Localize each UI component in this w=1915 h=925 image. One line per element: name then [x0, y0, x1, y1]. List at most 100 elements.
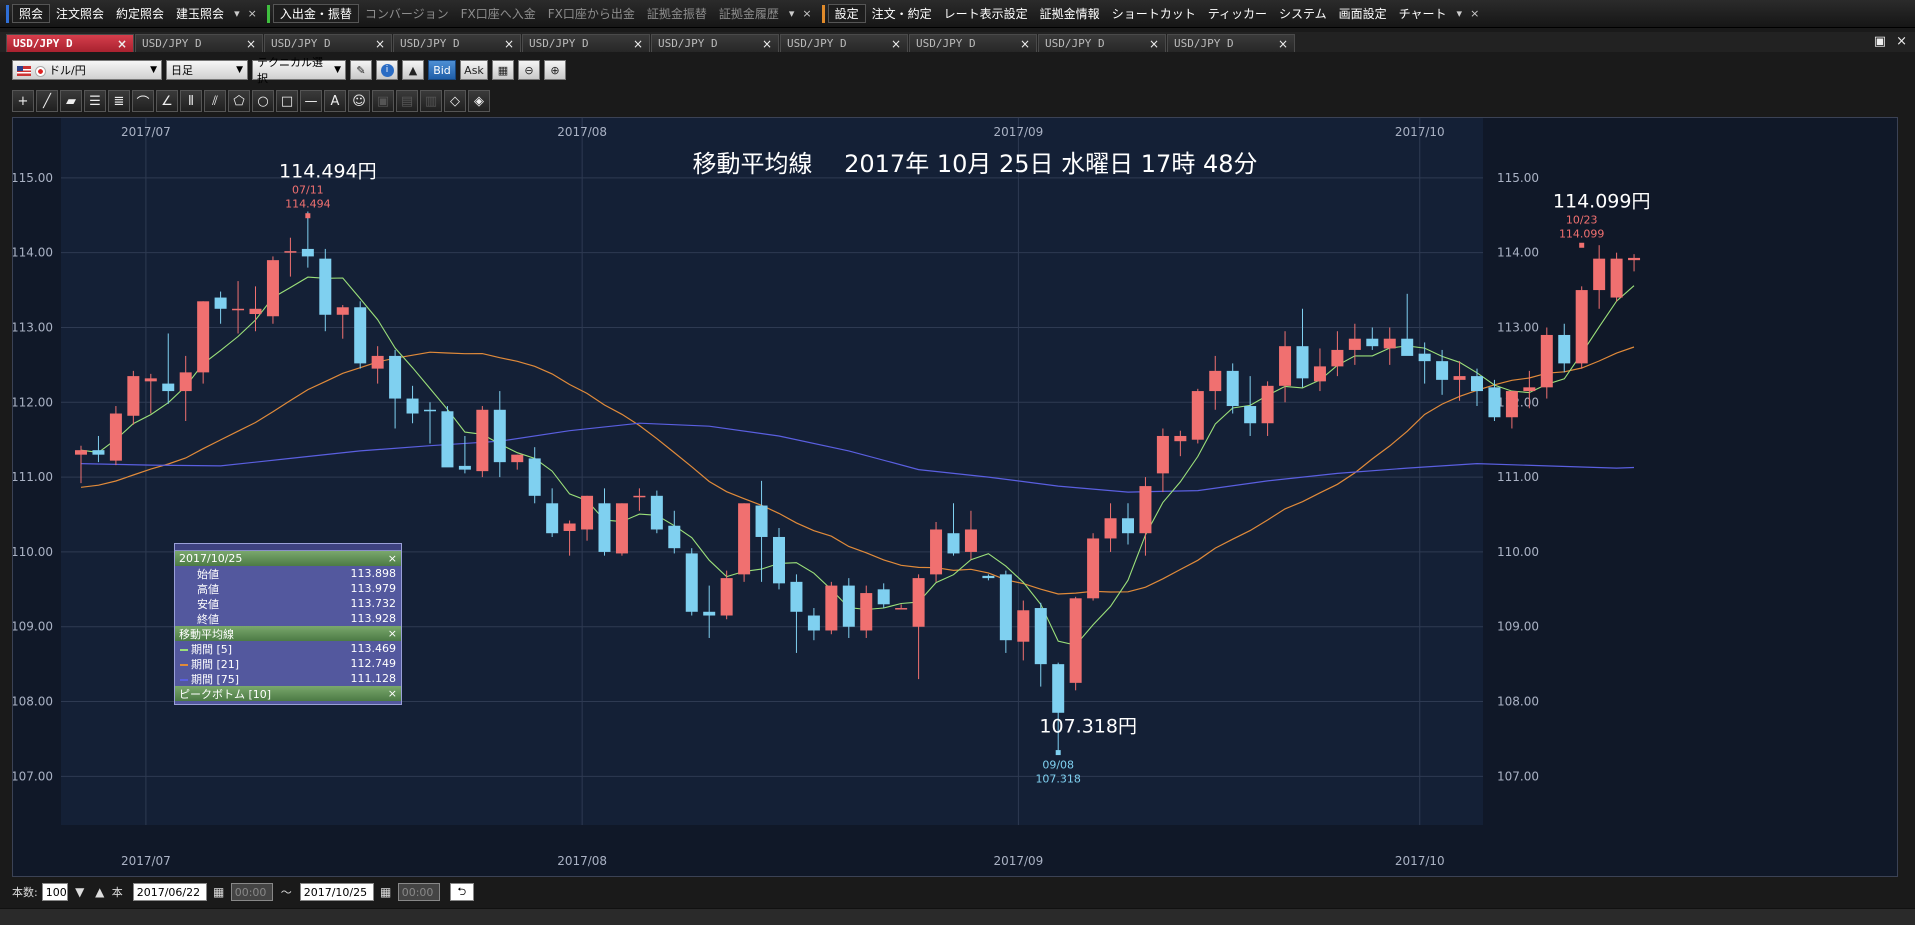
trendline-icon[interactable]: ╱ — [36, 90, 58, 112]
candle-body[interactable] — [1540, 334, 1553, 388]
candle-body[interactable] — [720, 578, 733, 616]
dropdown-icon[interactable]: ▾ — [785, 7, 799, 20]
close-tab-icon[interactable]: × — [891, 37, 901, 51]
circle-icon[interactable]: ○ — [252, 90, 274, 112]
restore-window-icon[interactable]: ▣ — [1874, 34, 1886, 49]
candle-body[interactable] — [842, 585, 855, 627]
candle-body[interactable] — [546, 503, 559, 534]
count-input[interactable]: 100 — [41, 883, 68, 901]
close-tab-icon[interactable]: × — [375, 37, 385, 51]
fibonacci-icon[interactable]: ≣ — [108, 90, 130, 112]
candle-body[interactable] — [1244, 406, 1257, 424]
candle-body[interactable] — [441, 411, 454, 468]
chart-area[interactable]: 115.00 115.00 114.00 114.00 113.00 113.00 112.… — [12, 117, 1898, 877]
candle-body[interactable] — [1313, 366, 1326, 382]
candle-body[interactable] — [319, 258, 332, 315]
candle-body[interactable] — [1279, 346, 1292, 386]
data-window[interactable]: 2017/10/25 × 始値 113.898 高値 113.979 安値 113.732… — [174, 543, 402, 705]
technical-select[interactable]: テクニカル選択 ▼ — [252, 56, 346, 85]
chart-tab[interactable]: USD/JPY D × — [6, 34, 134, 52]
candle-body[interactable] — [1069, 598, 1082, 683]
to-date-input[interactable]: 2017/10/25 — [299, 883, 374, 901]
candle-body[interactable] — [232, 308, 245, 311]
stamp-icon[interactable]: ☺ — [348, 90, 370, 112]
candle-body[interactable] — [668, 525, 681, 549]
candle-body[interactable] — [930, 529, 943, 575]
candle-body[interactable] — [860, 593, 873, 631]
paste-icon[interactable]: ▤ — [396, 90, 418, 112]
menu-item[interactable]: ティッカー — [1202, 5, 1273, 22]
candle-body[interactable] — [162, 383, 175, 392]
menu-item[interactable]: 証拠金情報 — [1034, 5, 1106, 22]
candle-body[interactable] — [1505, 391, 1518, 418]
candle-body[interactable] — [1122, 518, 1134, 534]
spin-up-icon[interactable]: ▲ — [92, 884, 108, 900]
pentagon-icon[interactable]: ⬠ — [228, 90, 250, 112]
ask-button[interactable]: Ask — [460, 60, 488, 80]
angle-icon[interactable]: ∠ — [156, 90, 178, 112]
duplicate-icon[interactable]: ▥ — [420, 90, 442, 112]
candle-body[interactable] — [511, 454, 524, 463]
menu-item[interactable]: システム — [1273, 5, 1333, 22]
spin-down-icon[interactable]: ▼ — [72, 884, 88, 900]
chart-tab[interactable]: USD/JPY D × — [651, 34, 779, 52]
chart-tab[interactable]: USD/JPY D × — [135, 34, 263, 52]
candle-body[interactable] — [1139, 486, 1152, 534]
candle-body[interactable] — [1418, 353, 1431, 362]
close-icon[interactable]: × — [388, 687, 397, 700]
menu-item[interactable]: 設定 — [827, 4, 866, 23]
chart-style-icon[interactable]: ▦ — [492, 60, 514, 80]
calendar-icon[interactable]: ▦ — [378, 884, 394, 900]
chart-tab[interactable]: USD/JPY D × — [909, 34, 1037, 52]
candle-body[interactable] — [75, 450, 87, 455]
close-icon[interactable]: × — [244, 7, 261, 20]
candle-body[interactable] — [284, 251, 297, 253]
candle-body[interactable] — [197, 301, 210, 373]
menu-item[interactable]: FX口座へ入金 — [455, 5, 542, 22]
close-window-icon[interactable]: × — [1896, 34, 1907, 49]
close-tab-icon[interactable]: × — [1020, 37, 1030, 51]
candle-body[interactable] — [999, 574, 1012, 641]
candle-body[interactable] — [301, 248, 314, 257]
close-tab-icon[interactable]: × — [1149, 37, 1159, 51]
candle-body[interactable] — [1610, 258, 1623, 298]
candle-body[interactable] — [1226, 370, 1239, 407]
chart-type-icon[interactable]: ▲ — [402, 60, 424, 80]
horizontal-lines-icon[interactable]: ☰ — [84, 90, 106, 112]
close-icon[interactable]: × — [798, 7, 815, 20]
eraser-icon[interactable]: ◇ — [444, 90, 466, 112]
reload-icon[interactable]: ⮌ — [449, 883, 474, 901]
candle-body[interactable] — [249, 308, 262, 315]
candle-body[interactable] — [1366, 338, 1379, 347]
crosshair-icon[interactable]: + — [12, 90, 34, 112]
vertical-lines-icon[interactable]: ⦀ — [180, 90, 202, 112]
candle-body[interactable] — [1453, 376, 1466, 380]
candle-body[interactable] — [179, 372, 192, 392]
candle-body[interactable] — [982, 575, 995, 579]
bid-button[interactable]: Bid — [428, 60, 456, 80]
candle-body[interactable] — [1087, 538, 1100, 599]
candle-body[interactable] — [1401, 338, 1414, 356]
close-tab-icon[interactable]: × — [246, 37, 256, 51]
candle-body[interactable] — [144, 378, 157, 382]
candlestick-chart[interactable]: 115.00 115.00 114.00 114.00 113.00 113.00 112.… — [13, 118, 1899, 878]
candle-body[interactable] — [1174, 435, 1187, 442]
candle-body[interactable] — [406, 398, 419, 414]
ruler-icon[interactable]: ▰ — [60, 90, 82, 112]
menu-item[interactable]: コンバージョン — [359, 5, 455, 22]
candle-body[interactable] — [266, 260, 279, 317]
from-time-input[interactable]: 00:00 — [230, 883, 273, 901]
menu-item[interactable]: 証拠金振替 — [641, 5, 713, 22]
dropdown-icon[interactable]: ▾ — [1453, 7, 1467, 20]
candle-body[interactable] — [598, 503, 611, 552]
menu-item[interactable]: 約定照会 — [110, 5, 170, 22]
candle-body[interactable] — [336, 307, 349, 315]
candle-body[interactable] — [1488, 387, 1501, 418]
candle-body[interactable] — [528, 458, 541, 496]
fan-icon[interactable]: ⌒ — [132, 90, 154, 112]
erase-all-icon[interactable]: ◈ — [468, 90, 490, 112]
copy-icon[interactable]: ▣ — [372, 90, 394, 112]
menu-item[interactable]: レート表示設定 — [938, 5, 1034, 22]
chart-tab[interactable]: USD/JPY D × — [264, 34, 392, 52]
candle-body[interactable] — [633, 495, 646, 498]
